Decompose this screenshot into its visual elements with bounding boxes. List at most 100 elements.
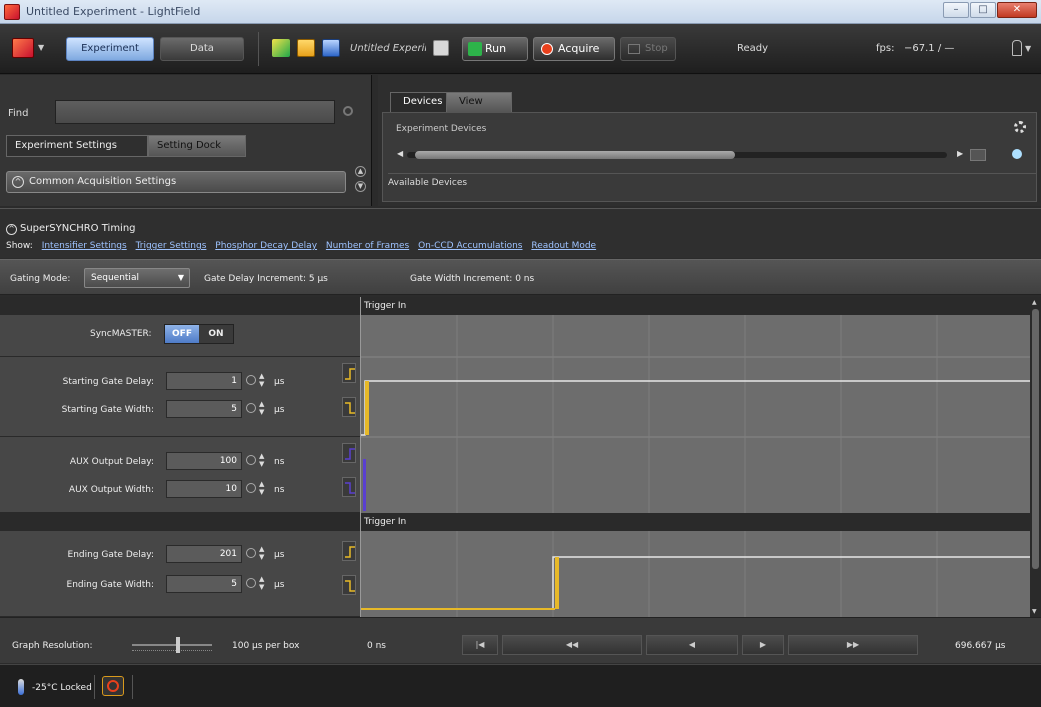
experiment-tab[interactable]: Experiment — [66, 37, 154, 61]
step-back-button[interactable]: ◀ — [646, 635, 738, 655]
close-button[interactable]: ✕ — [997, 2, 1037, 18]
aux-output-delay-stepper[interactable]: ▲ ▼ — [246, 452, 266, 470]
settings-panel: Find Experiment Settings Setting Dock ^ … — [0, 75, 372, 206]
link-number-of-frames[interactable]: Number of Frames — [326, 241, 409, 251]
aux-output-pulse — [363, 459, 366, 511]
graph-resolution-label: Graph Resolution: — [12, 641, 93, 651]
thermometer-icon — [18, 679, 24, 695]
devices-scrollbar[interactable]: ◀ ▶ — [395, 149, 995, 161]
page-back-button[interactable]: ◀◀ — [502, 635, 642, 655]
gauge-icon[interactable] — [102, 676, 124, 696]
ending-gate-width-input[interactable]: 5 — [166, 575, 242, 593]
link-on-ccd-accumulations[interactable]: On-CCD Accumulations — [418, 241, 522, 251]
scroll-down-icon[interactable]: ▼ — [355, 181, 366, 192]
temperature-status: -25°C Locked — [32, 683, 92, 693]
run-button[interactable]: Run — [462, 37, 528, 61]
syncmaster-band: SyncMASTER: OFF ON — [0, 315, 360, 357]
gating-mode-select[interactable]: Sequential ▼ — [84, 268, 190, 288]
syncmaster-toggle[interactable]: OFF ON — [164, 324, 234, 344]
toggle-off[interactable]: OFF — [165, 325, 199, 343]
starting-gate-width-stepper[interactable]: ▲ ▼ — [246, 400, 266, 418]
stop-button[interactable]: Stop — [620, 37, 676, 61]
tab-view[interactable]: View — [446, 92, 512, 112]
tab-experiment-settings[interactable]: Experiment Settings — [6, 135, 148, 157]
rising-edge-icon[interactable] — [342, 363, 356, 383]
starting-gate-width-input[interactable]: 5 — [166, 400, 242, 418]
gate-delay-increment: Gate Delay Increment: 5 µs — [204, 274, 328, 284]
zoom-icon[interactable] — [1012, 149, 1022, 159]
find-label: Find — [8, 108, 29, 119]
ending-gate-delay-stepper[interactable]: ▲ ▼ — [246, 545, 266, 563]
go-start-button[interactable]: |◀ — [462, 635, 498, 655]
save-icon[interactable] — [322, 39, 340, 57]
minimize-button[interactable]: – — [943, 2, 969, 18]
toggle-on[interactable]: ON — [199, 325, 233, 343]
graph-resolution-row: Graph Resolution: 100 µs per box 0 ns |◀… — [0, 617, 1041, 663]
common-acquisition-settings-expander[interactable]: ^ Common Acquisition Settings — [6, 171, 346, 193]
reset-icon — [246, 403, 256, 413]
rising-edge-icon[interactable] — [342, 541, 356, 561]
app-menu-icon[interactable] — [12, 38, 34, 58]
trigger-band-top — [361, 297, 1031, 315]
time-end-label: 696.667 µs — [955, 641, 1006, 651]
find-input[interactable] — [55, 100, 335, 124]
scroll-up-icon[interactable]: ▲ — [1032, 299, 1037, 306]
reset-icon — [246, 483, 256, 493]
falling-edge-icon[interactable] — [342, 477, 356, 497]
falling-edge-icon[interactable] — [342, 397, 356, 417]
reset-icon — [246, 548, 256, 558]
user-menu-caret-icon[interactable]: ▼ — [1025, 44, 1031, 53]
starting-gate-delay-input[interactable]: 1 — [166, 372, 242, 390]
user-icon[interactable] — [1012, 40, 1022, 56]
timing-vertical-scrollbar[interactable]: ▲ ▼ — [1030, 297, 1041, 617]
new-experiment-icon[interactable] — [272, 39, 290, 57]
syncmaster-label: SyncMASTER: — [90, 329, 152, 339]
starting-gate-width-label: Starting Gate Width: — [61, 405, 154, 415]
tab-setting-dock[interactable]: Setting Dock — [148, 135, 246, 157]
aux-output-width-stepper[interactable]: ▲ ▼ — [246, 480, 266, 498]
link-trigger-settings[interactable]: Trigger Settings — [136, 241, 207, 251]
link-readout-mode[interactable]: Readout Mode — [531, 241, 596, 251]
gate-width-increment: Gate Width Increment: 0 ns — [410, 274, 535, 284]
graph-resolution-slider[interactable] — [132, 635, 212, 655]
page-forward-button[interactable]: ▶▶ — [788, 635, 918, 655]
monitor-icon[interactable] — [433, 40, 449, 56]
open-folder-icon[interactable] — [297, 39, 315, 57]
app-menu-caret-icon[interactable]: ▼ — [38, 43, 44, 52]
link-phosphor-decay-delay[interactable]: Phosphor Decay Delay — [215, 241, 317, 251]
aux-output-delay-input[interactable]: 100 — [166, 452, 242, 470]
scroll-left-icon[interactable]: ◀ — [397, 149, 403, 158]
params-header-band — [0, 297, 360, 315]
lightfield-window: Untitled Experiment - LightField – □ ✕ ▼… — [0, 0, 1041, 707]
rising-edge-icon[interactable] — [342, 443, 356, 463]
ending-gate-width-unit: µs — [274, 580, 285, 590]
aux-output-delay-label: AUX Output Delay: — [69, 457, 154, 467]
link-intensifier-settings[interactable]: Intensifier Settings — [42, 241, 127, 251]
scroll-right-icon[interactable]: ▶ — [957, 149, 963, 158]
search-icon[interactable] — [343, 106, 353, 116]
scroll-down-icon[interactable]: ▼ — [1032, 608, 1037, 615]
starting-gate-delay-stepper[interactable]: ▲ ▼ — [246, 372, 266, 390]
aux-output-delay-unit: ns — [274, 457, 285, 467]
trigger-band-middle — [361, 513, 1031, 531]
acquire-button[interactable]: Acquire — [533, 37, 615, 61]
scroll-thumb[interactable] — [415, 151, 735, 159]
falling-edge-icon[interactable] — [342, 575, 356, 595]
status-divider — [94, 675, 95, 699]
scroll-thumb[interactable] — [1032, 309, 1039, 569]
slider-thumb[interactable] — [176, 637, 180, 653]
gear-icon[interactable] — [1014, 121, 1026, 133]
aux-output-width-unit: ns — [274, 485, 285, 495]
scroll-up-icon[interactable]: ▲ — [355, 166, 366, 177]
aux-output-width-label: AUX Output Width: — [68, 485, 154, 495]
maximize-button[interactable]: □ — [970, 2, 996, 18]
ending-gate-width-stepper[interactable]: ▲ ▼ — [246, 575, 266, 593]
aux-output-width-input[interactable]: 10 — [166, 480, 242, 498]
data-tab[interactable]: Data — [160, 37, 244, 61]
ending-gate-delay-input[interactable]: 201 — [166, 545, 242, 563]
experiment-devices-label: Experiment Devices — [396, 124, 487, 134]
supersynchro-title[interactable]: ^ SuperSYNCHRO Timing — [6, 223, 136, 235]
gating-mode-label: Gating Mode: — [10, 274, 71, 284]
step-forward-button[interactable]: ▶ — [742, 635, 784, 655]
main-toolbar: ▼ Experiment Data Untitled Experim Run A… — [0, 24, 1041, 74]
